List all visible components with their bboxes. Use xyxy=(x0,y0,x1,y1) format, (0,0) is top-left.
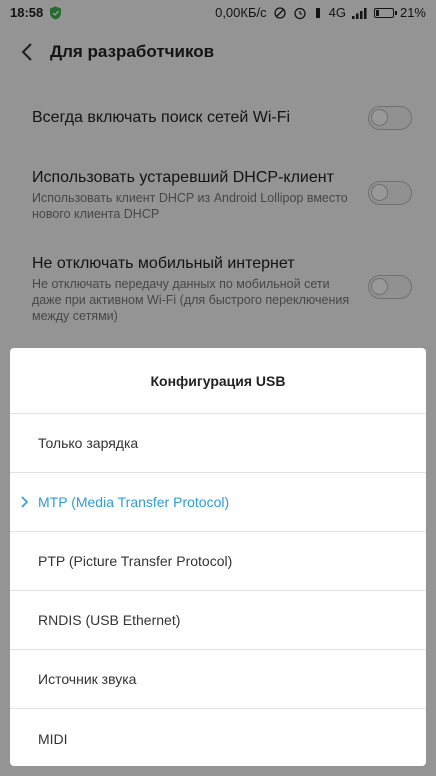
usb-option-rndis[interactable]: RNDIS (USB Ethernet) xyxy=(10,591,426,650)
usb-option-audio-source[interactable]: Источник звука xyxy=(10,650,426,709)
usb-options-list: Только зарядка MTP (Media Transfer Proto… xyxy=(10,414,426,766)
screen: 18:58 0,00КБ/с 4G 21% Для разработчиков … xyxy=(0,0,436,776)
dialog-title: Конфигурация USB xyxy=(10,348,426,414)
option-label: Только зарядка xyxy=(38,435,139,451)
option-label: MIDI xyxy=(38,730,68,747)
usb-option-mtp[interactable]: MTP (Media Transfer Protocol) xyxy=(10,473,426,532)
option-label: MTP (Media Transfer Protocol) xyxy=(38,494,230,510)
option-label: Источник звука xyxy=(38,671,137,687)
chevron-right-icon xyxy=(21,496,29,508)
usb-option-charge-only[interactable]: Только зарядка xyxy=(10,414,426,473)
usb-option-ptp[interactable]: PTP (Picture Transfer Protocol) xyxy=(10,532,426,591)
usb-option-midi[interactable]: MIDI xyxy=(10,709,426,766)
usb-config-dialog: Конфигурация USB Только зарядка MTP (Med… xyxy=(10,348,426,766)
option-label: PTP (Picture Transfer Protocol) xyxy=(38,553,233,569)
option-label: RNDIS (USB Ethernet) xyxy=(38,612,181,628)
